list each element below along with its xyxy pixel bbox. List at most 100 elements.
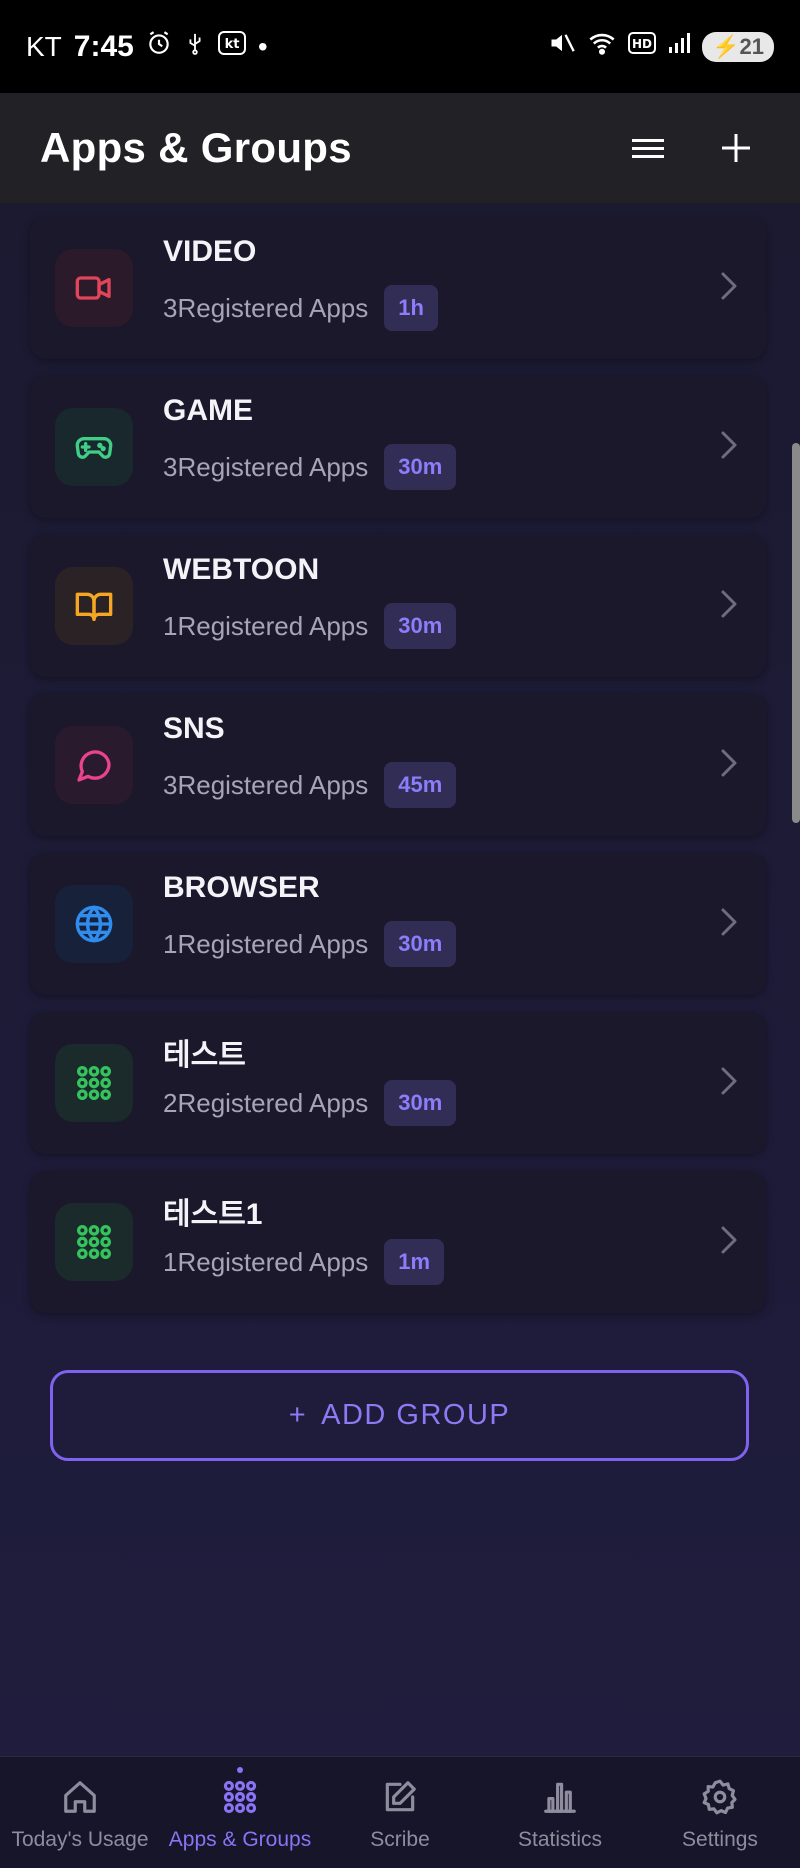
group-card[interactable]: SNS 3Registered Apps 45m — [30, 694, 766, 836]
grid-icon — [74, 1063, 114, 1103]
group-card[interactable]: 테스트 2Registered Apps 30m — [30, 1012, 766, 1154]
group-icon-box — [55, 567, 133, 645]
battery-indicator: ⚡21 — [702, 31, 774, 62]
plus-icon — [722, 134, 750, 162]
group-name: 테스트1 — [163, 1198, 263, 1231]
registered-apps-count: 1Registered Apps — [163, 1246, 369, 1277]
app-header: Apps & Groups — [0, 93, 800, 203]
menu-icon — [632, 139, 664, 158]
group-icon-box — [55, 1203, 133, 1281]
group-meta: 3Registered Apps 45m — [163, 762, 457, 808]
chevron-right-icon — [718, 1223, 740, 1262]
time-limit-badge: 30m — [384, 1080, 457, 1126]
chevron-right-icon — [718, 269, 740, 308]
nav-label: Scribe — [370, 1828, 430, 1851]
chevron-right-icon — [718, 746, 740, 785]
battery-level: 21 — [739, 33, 764, 59]
group-name: WEBTOON — [163, 553, 320, 586]
menu-button[interactable] — [622, 122, 674, 174]
book-icon — [74, 586, 114, 626]
group-meta: 3Registered Apps 1h — [163, 285, 438, 331]
group-name: SNS — [163, 712, 225, 745]
registered-apps-count: 1Registered Apps — [163, 610, 369, 641]
edit-icon — [381, 1778, 419, 1822]
grid-icon — [221, 1778, 259, 1822]
mute-icon — [548, 29, 576, 64]
svg-text:HD: HD — [632, 37, 652, 51]
group-icon-box — [55, 249, 133, 327]
group-card[interactable]: WEBTOON 1Registered Apps 30m — [30, 535, 766, 677]
hd-icon: HD — [628, 32, 657, 61]
group-icon-box — [55, 1044, 133, 1122]
group-name: GAME — [163, 394, 253, 427]
video-icon — [74, 268, 114, 308]
status-bar-right: HD ⚡21 — [548, 29, 774, 64]
globe-icon — [74, 904, 114, 944]
add-group-label: ADD GROUP — [321, 1399, 511, 1431]
add-button[interactable] — [710, 122, 762, 174]
registered-apps-count: 3Registered Apps — [163, 451, 369, 482]
registered-apps-count: 3Registered Apps — [163, 769, 369, 800]
wifi-icon — [586, 29, 618, 64]
time-limit-badge: 30m — [384, 603, 457, 649]
group-icon-box — [55, 726, 133, 804]
nav-item-settings[interactable]: Settings — [640, 1757, 800, 1868]
kt-icon: kt — [217, 31, 246, 62]
chevron-right-icon — [718, 428, 740, 467]
nav-item-apps-groups[interactable]: Apps & Groups — [160, 1757, 320, 1868]
group-icon-box — [55, 408, 133, 486]
carrier-label: KT — [26, 30, 62, 62]
scrollbar[interactable] — [792, 443, 800, 823]
time-limit-badge: 45m — [384, 762, 457, 808]
page-title: Apps & Groups — [40, 124, 352, 171]
notification-dot: • — [257, 30, 268, 62]
nav-label: Settings — [682, 1828, 758, 1851]
status-bar: KT 7:45 kt • HD ⚡21 — [0, 0, 800, 93]
svg-text:kt: kt — [224, 37, 239, 52]
bar-chart-icon — [541, 1778, 579, 1822]
chevron-right-icon — [718, 905, 740, 944]
usb-icon — [184, 30, 206, 63]
nav-item-today-s-usage[interactable]: Today's Usage — [0, 1757, 160, 1868]
time-limit-badge: 30m — [384, 444, 457, 490]
chat-icon — [74, 745, 114, 785]
plus-icon: + — [288, 1399, 308, 1431]
group-icon-box — [55, 885, 133, 963]
registered-apps-count: 3Registered Apps — [163, 292, 369, 323]
signal-icon — [666, 31, 692, 62]
chevron-right-icon — [718, 1064, 740, 1103]
nav-label: Today's Usage — [11, 1828, 149, 1851]
time-limit-badge: 30m — [384, 921, 457, 967]
nav-label: Statistics — [517, 1828, 603, 1851]
nav-item-statistics[interactable]: Statistics — [480, 1757, 640, 1868]
group-name: 테스트 — [163, 1039, 246, 1072]
group-card[interactable]: GAME 3Registered Apps 30m — [30, 376, 766, 518]
nav-item-scribe[interactable]: Scribe — [320, 1757, 480, 1868]
group-meta: 1Registered Apps 30m — [163, 921, 457, 967]
group-card[interactable]: 테스트1 1Registered Apps 1m — [30, 1171, 766, 1313]
group-meta: 3Registered Apps 30m — [163, 444, 457, 490]
group-meta: 1Registered Apps 1m — [163, 1239, 445, 1285]
group-name: VIDEO — [163, 235, 257, 268]
group-card[interactable]: BROWSER 1Registered Apps 30m — [30, 853, 766, 995]
grid-icon — [74, 1222, 114, 1262]
battery-icon: ⚡ — [712, 33, 740, 59]
group-card[interactable]: VIDEO 3Registered Apps 1h — [30, 217, 766, 359]
home-icon — [61, 1778, 99, 1822]
group-meta: 2Registered Apps 30m — [163, 1080, 457, 1126]
registered-apps-count: 1Registered Apps — [163, 928, 369, 959]
registered-apps-count: 2Registered Apps — [163, 1087, 369, 1118]
alarm-icon — [146, 30, 172, 63]
add-group-button[interactable]: + ADD GROUP — [50, 1370, 749, 1461]
nav-label: Apps & Groups — [168, 1828, 312, 1851]
chevron-right-icon — [718, 587, 740, 626]
clock-time: 7:45 — [73, 29, 134, 63]
active-indicator-dot — [237, 1767, 243, 1773]
time-limit-badge: 1h — [384, 285, 438, 331]
group-name: BROWSER — [163, 871, 320, 904]
status-bar-left: KT 7:45 kt • — [26, 30, 268, 64]
bottom-navigation: Today's Usage Apps & Groups Scribe Statisti… — [0, 1756, 800, 1868]
group-meta: 1Registered Apps 30m — [163, 603, 457, 649]
time-limit-badge: 1m — [384, 1239, 445, 1285]
gamepad-icon — [74, 427, 114, 467]
